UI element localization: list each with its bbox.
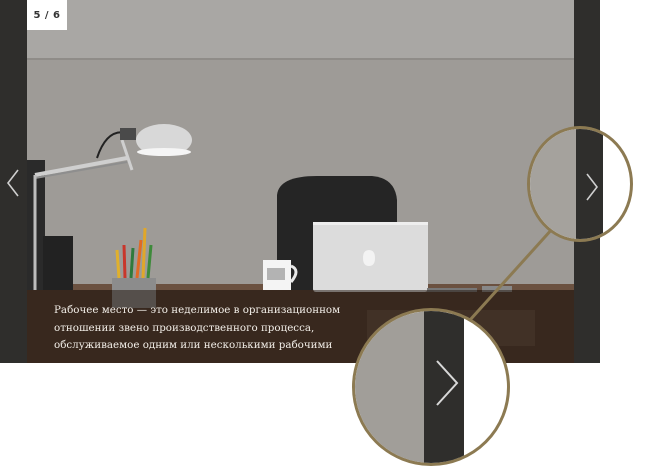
- slide-counter: 5 / 6: [27, 0, 67, 30]
- image-slider: Рабочее место — это неделимое в организа…: [0, 0, 600, 363]
- magnified-photo-edge: [355, 311, 424, 463]
- caption-text: Рабочее место — это неделимое в организа…: [54, 304, 341, 351]
- magnifier-large: [352, 308, 510, 466]
- magnified-photo-edge: [530, 129, 576, 239]
- chevron-right-icon: [586, 173, 599, 201]
- chevron-left-icon: [6, 169, 19, 197]
- magnifier-small: [527, 126, 633, 242]
- prev-slide-button[interactable]: [0, 0, 27, 363]
- chevron-right-icon: [436, 360, 459, 406]
